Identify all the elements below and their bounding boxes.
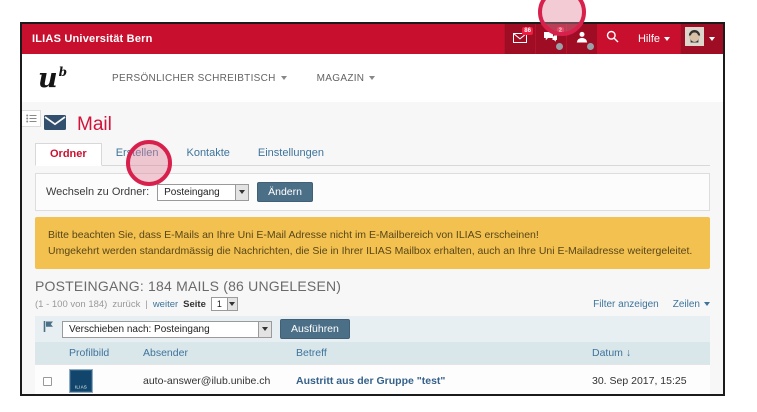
contacts-button[interactable] [566,24,597,54]
mail-table: Profilbild Absender Betreff Datum ↓ ILIA… [35,342,710,396]
search-button[interactable] [597,24,628,54]
pagination-range: (1 - 100 von 184) [35,299,107,310]
contacts-grey-badge [587,43,594,50]
tab-erstellen[interactable]: Erstellen [102,143,173,165]
folder-switch-label: Wechseln zu Ordner: [46,186,149,198]
select-all-column [35,342,61,365]
nav-magazin[interactable]: MAGAZIN [317,73,376,84]
filter-toggle-link[interactable]: Filter anzeigen [593,299,659,310]
date-cell: 30. Sep 2017, 15:25 [584,365,710,397]
mail-badge: 86 [522,27,533,35]
tree-toggle-button[interactable] [22,110,41,127]
search-icon [606,30,619,48]
list-icon [26,110,37,128]
row-checkbox[interactable] [43,377,52,386]
chat-button[interactable]: 2 [535,24,566,54]
caret-down-icon [369,76,375,80]
table-row: ILIAS auto-answer@ilub.unibe.ch Austritt… [35,365,710,397]
avatar [685,27,704,51]
pagination-row: (1 - 100 von 184) zurück | weiter Seite … [35,296,710,312]
chat-badge: 2 [557,27,564,35]
help-menu[interactable]: Hilfe [628,24,680,54]
inbox-heading: POSTEINGANG: 184 MAILS (86 UNGELESEN) [35,278,710,294]
subject-link[interactable]: Austritt aus der Gruppe "test" [296,375,445,387]
pagination-next-link[interactable]: weiter [153,299,178,310]
column-datum[interactable]: Datum ↓ [584,342,710,365]
tab-bar: Ordner Erstellen Kontakte Einstellungen [35,143,710,166]
caret-down-icon [709,37,715,41]
help-label: Hilfe [638,33,660,45]
nav-personal-desktop[interactable]: PERSÖNLICHER SCHREIBTISCH [112,73,287,84]
alert-line-1: Bitte beachten Sie, dass E-Mails an Ihre… [48,227,697,243]
content-area: Mail Ordner Erstellen Kontakte Einstellu… [22,102,723,396]
folder-switch-toolbar: Wechseln zu Ordner: Posteingang Ändern [35,173,710,211]
rows-menu-link[interactable]: Zeilen [673,299,710,310]
user-menu[interactable] [680,24,723,54]
sort-desc-icon: ↓ [626,347,631,359]
caret-down-icon [664,37,670,41]
info-alert: Bitte beachten Sie, dass E-Mails an Ihre… [35,217,710,269]
top-bar-actions: 86 2 Hilfe [504,24,723,54]
page-header: Mail [35,102,710,137]
table-header-row: Profilbild Absender Betreff Datum ↓ [35,342,710,365]
column-absender[interactable]: Absender [135,342,288,365]
column-profilbild: Profilbild [61,342,135,365]
page-title: Mail [77,114,112,136]
tab-kontakte[interactable]: Kontakte [172,143,243,165]
logo-bar: ub PERSÖNLICHER SCHREIBTISCH MAGAZIN [22,54,723,102]
dropdown-arrow-icon [227,298,237,310]
move-toolbar: Verschieben nach: Posteingang Ausführen [35,316,710,342]
view-links: Filter anzeigen Zeilen [593,299,710,310]
move-flag-icon [43,320,54,338]
pagination-separator: | [145,299,147,310]
profile-avatar: ILIAS [69,369,93,393]
chat-grey-badge [556,43,563,50]
alert-line-2: Umgekehrt werden standardmässig die Nach… [48,243,697,259]
dropdown-arrow-icon [258,322,271,337]
folder-select[interactable]: Posteingang [157,184,249,201]
column-betreff[interactable]: Betreff [288,342,584,365]
top-bar: ILIAS Universität Bern 86 2 [22,24,723,54]
sender-cell: auto-answer@ilub.unibe.ch [135,365,288,397]
pagination-back-link[interactable]: zurück [112,299,140,310]
dropdown-arrow-icon [235,185,248,200]
tab-einstellungen[interactable]: Einstellungen [244,143,338,165]
app-title: ILIAS Universität Bern [22,33,153,45]
screenshot-frame: ILIAS Universität Bern 86 2 [20,22,725,396]
caret-down-icon [281,76,287,80]
mail-button[interactable]: 86 [504,24,535,54]
change-folder-button[interactable]: Ändern [257,182,313,202]
page-select-label: Seite [183,299,206,310]
main-nav: PERSÖNLICHER SCHREIBTISCH MAGAZIN [112,73,375,84]
mail-section-icon [44,115,66,135]
page-select[interactable]: 1 [211,297,238,311]
execute-button[interactable]: Ausführen [280,319,350,339]
tab-ordner[interactable]: Ordner [35,143,102,166]
caret-down-icon [704,302,710,306]
move-to-select[interactable]: Verschieben nach: Posteingang [62,321,272,338]
unibe-logo: ub [38,65,66,92]
